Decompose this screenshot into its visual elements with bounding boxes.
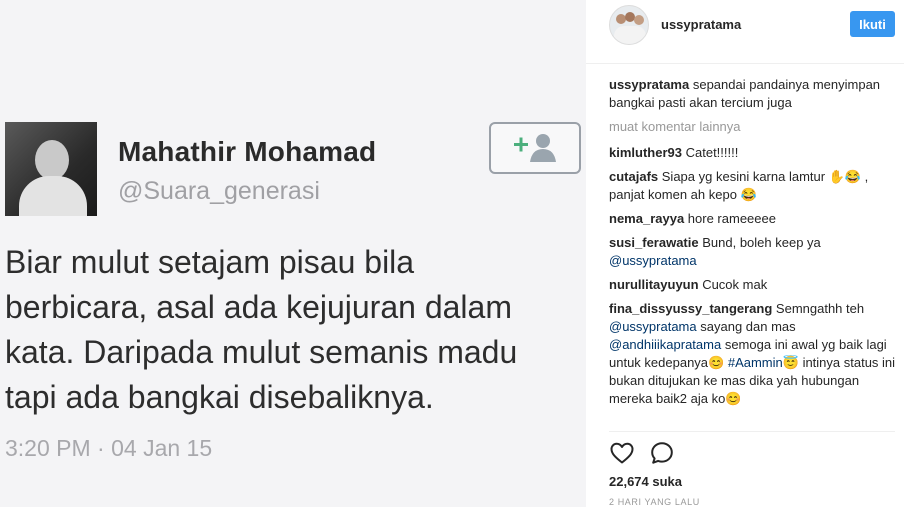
like-count[interactable]: 22,674 suka — [609, 474, 682, 489]
comment-list: ussypratama sepandai pandainya menyimpan… — [609, 76, 897, 414]
comment-hashtag[interactable]: #Aammin😇 — [728, 355, 799, 370]
divider — [609, 431, 895, 432]
comment-text: hore rameeeee — [687, 211, 776, 226]
comment-mention[interactable]: @ussypratama — [609, 319, 697, 334]
comments-panel: ussypratama Ikuti ussypratama sepandai p… — [586, 0, 904, 507]
comment-text: Catet!!!!!! — [685, 145, 739, 160]
tweet-text: Biar mulut setajam pisau bila berbicara,… — [5, 240, 580, 420]
comment-item: kimluther93 Catet!!!!!! — [609, 144, 897, 162]
caption: ussypratama sepandai pandainya menyimpan… — [609, 76, 897, 112]
tweet-line: berbicara, asal ada kejujuran dalam — [5, 289, 512, 325]
comment-username[interactable]: cutajafs — [609, 169, 658, 184]
post-header: ussypratama Ikuti — [586, 0, 904, 64]
comment-mention[interactable]: @andhiiikapratama — [609, 337, 721, 352]
avatar[interactable] — [609, 5, 649, 45]
add-person-icon — [514, 134, 556, 162]
tweet-timestamp: 3:20 PM · 04 Jan 15 — [5, 435, 213, 461]
caption-username[interactable]: ussypratama — [609, 77, 689, 92]
comment-text: Bund, boleh keep ya — [702, 235, 821, 250]
post-username[interactable]: ussypratama — [661, 17, 741, 32]
comment-username[interactable]: nurullitayuyun — [609, 277, 699, 292]
tweet-avatar — [5, 122, 97, 216]
load-more-comments-link[interactable]: muat komentar lainnya — [609, 118, 897, 136]
comment-username[interactable]: susi_ferawatie — [609, 235, 699, 250]
follow-button[interactable]: Ikuti — [850, 11, 895, 37]
comment-item: cutajafs Siapa yg kesini karna lamtur ✋😂… — [609, 168, 897, 204]
comment-text: sayang dan mas — [700, 319, 796, 334]
comment-item: nurullitayuyun Cucok mak — [609, 276, 897, 294]
comment-username[interactable]: kimluther93 — [609, 145, 682, 160]
comment-item: susi_ferawatie Bund, boleh keep ya @ussy… — [609, 234, 897, 270]
comment-text: Semngathh teh — [775, 301, 865, 316]
heart-icon[interactable] — [609, 440, 635, 466]
comment-icon[interactable] — [649, 440, 675, 466]
tweet-author-handle: @Suara_generasi — [118, 177, 320, 205]
tweet-author-name: Mahathir Mohamad — [118, 136, 377, 167]
tweet-line: kata. Daripada mulut semanis madu — [5, 334, 518, 370]
tweet-line: tapi ada bangkai disebaliknya. — [5, 379, 434, 415]
comment-username[interactable]: nema_rayya — [609, 211, 684, 226]
comment-text: Cucok mak — [702, 277, 768, 292]
post-image: Mahathir Mohamad @Suara_generasi Biar mu… — [0, 0, 586, 507]
tweet-follow-button — [489, 122, 581, 174]
tweet-line: Biar mulut setajam pisau bila — [5, 244, 415, 280]
post-timestamp: 2 HARI YANG LALU — [609, 497, 700, 507]
comment-item: nema_rayya hore rameeeee — [609, 210, 897, 228]
comment-mention[interactable]: @ussypratama — [609, 253, 697, 268]
comment-username[interactable]: fina_dissyussy_tangerang — [609, 301, 772, 316]
comment-item: fina_dissyussy_tangerang Semngathh teh @… — [609, 300, 897, 408]
